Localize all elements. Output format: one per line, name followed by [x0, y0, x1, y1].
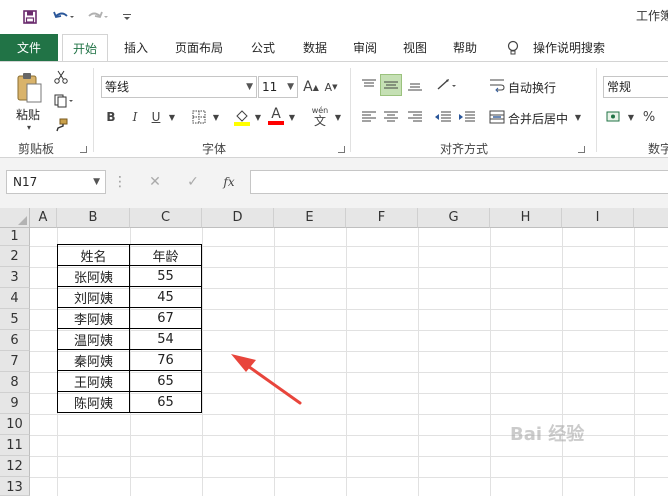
watermark-logo: Bai 经验 [510, 424, 585, 445]
